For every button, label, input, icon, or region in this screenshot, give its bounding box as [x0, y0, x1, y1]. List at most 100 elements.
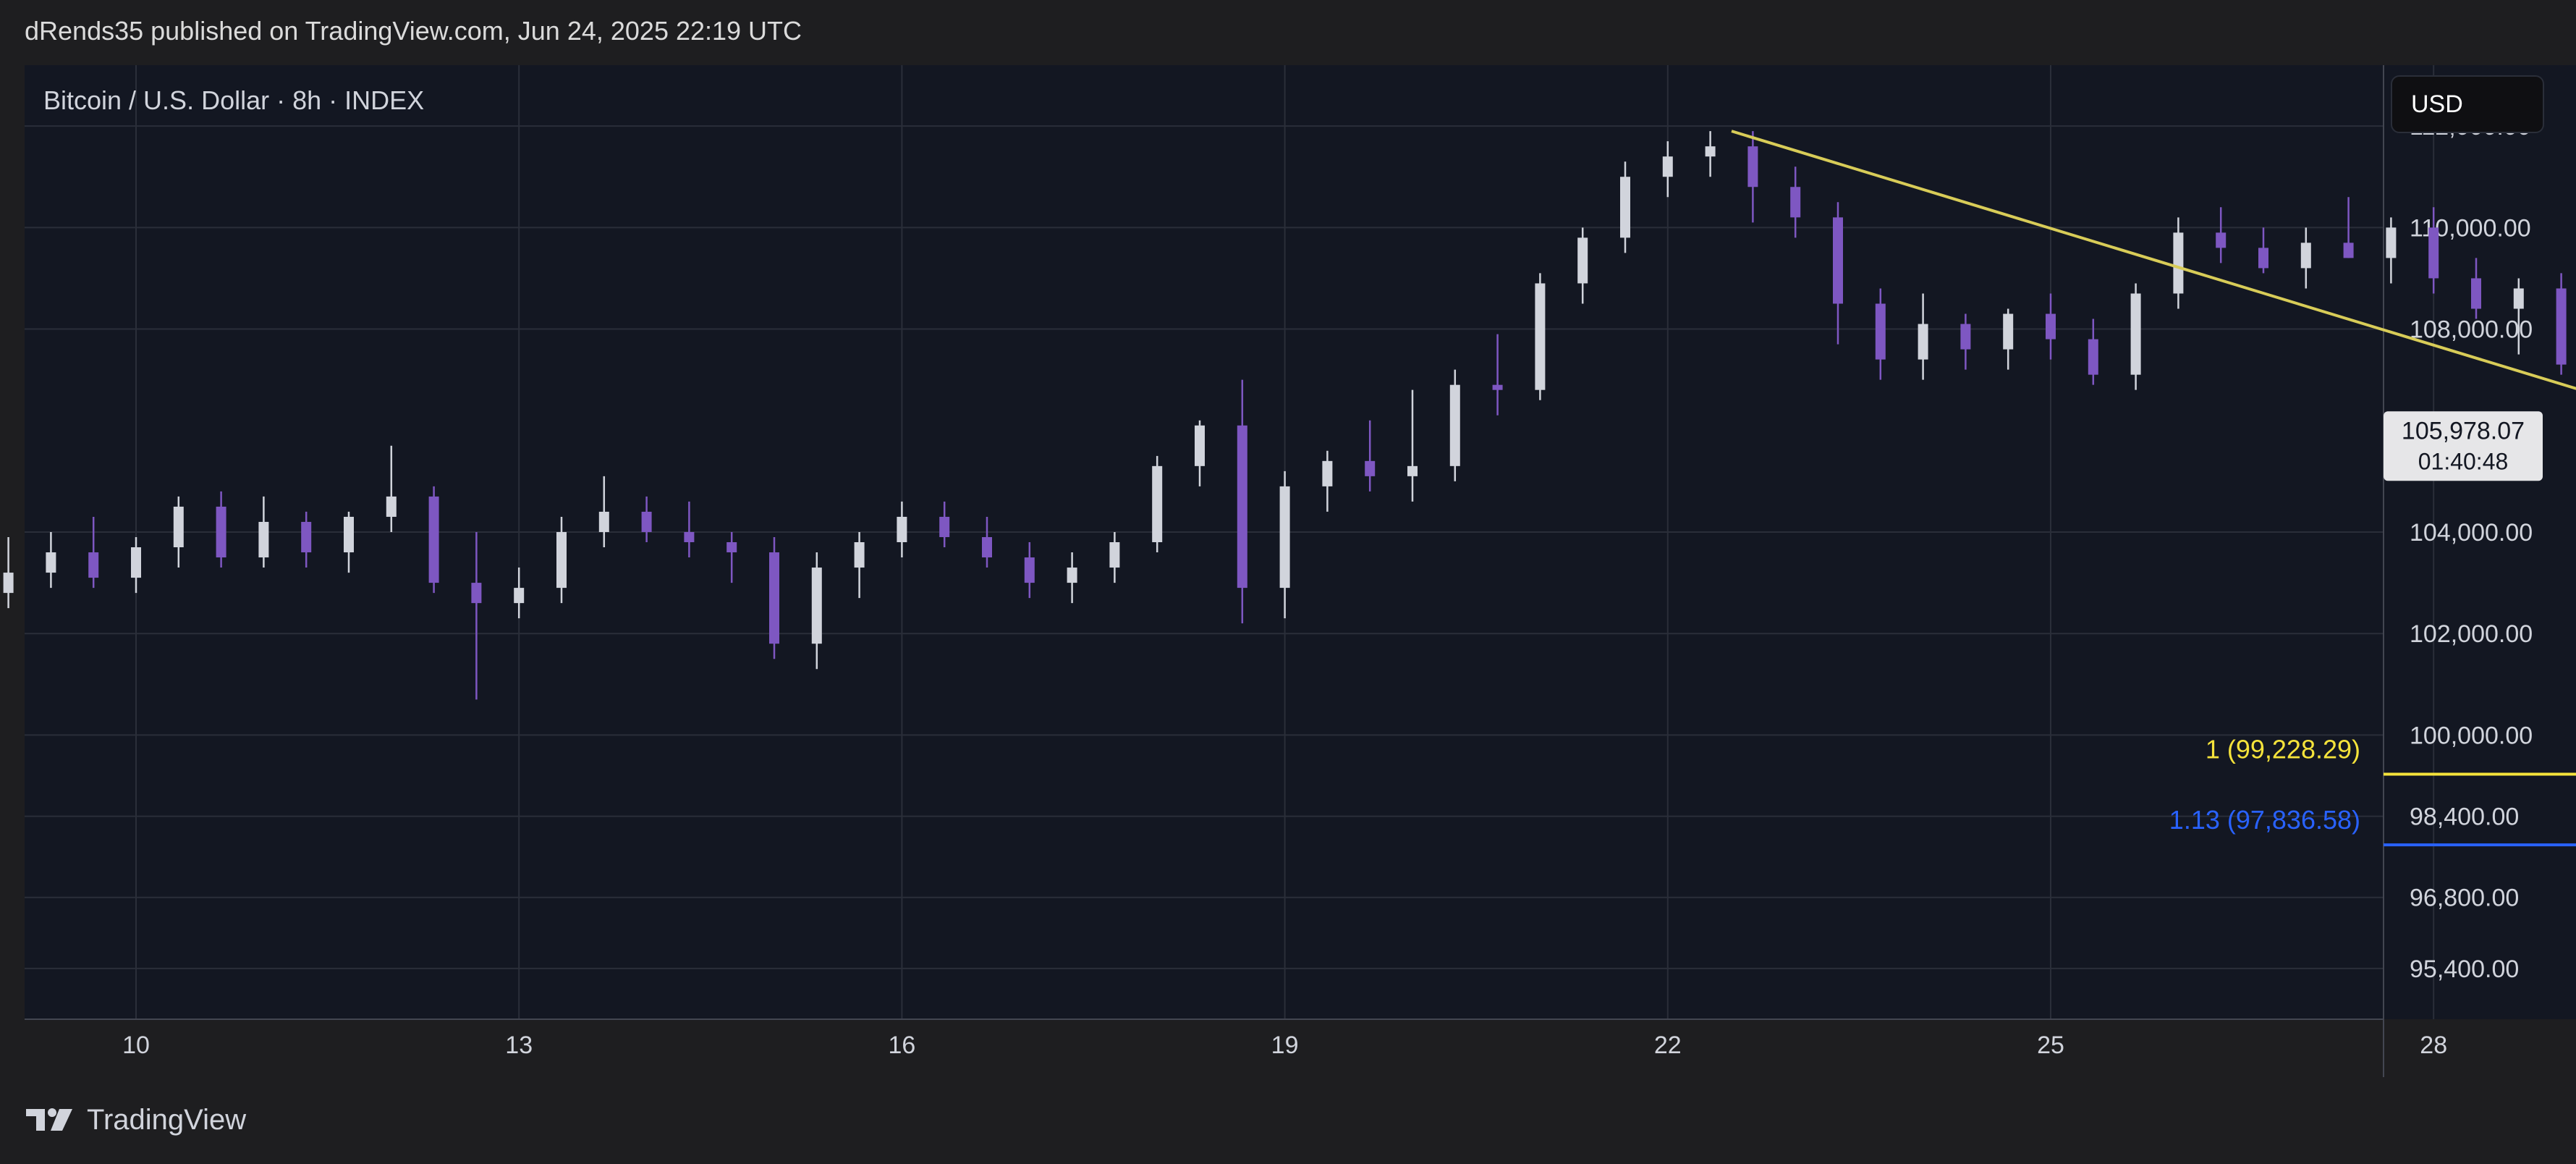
candle-body	[556, 531, 567, 589]
candle-body	[2386, 227, 2397, 258]
candle-body	[1449, 384, 1460, 466]
candle-body	[2471, 278, 2481, 309]
candle	[854, 531, 865, 599]
candle-body	[216, 506, 226, 558]
candle	[2471, 258, 2481, 319]
candle-body	[2556, 288, 2567, 365]
candle	[2130, 283, 2141, 390]
chart-canvas[interactable]: 112,000.00110,000.00108,000.00104,000.00…	[0, 0, 2576, 1164]
candle-body	[2428, 227, 2439, 279]
candle-body	[1790, 187, 1801, 218]
last-price-value: 105,978.07	[2402, 417, 2525, 444]
candle	[173, 496, 184, 568]
candle-body	[1492, 384, 1503, 390]
candle	[1833, 202, 1843, 345]
candle-body	[1620, 177, 1630, 238]
candle	[2386, 217, 2397, 284]
candle-body	[1195, 425, 1205, 466]
symbol-title: Bitcoin / U.S. Dollar · 8h · INDEX	[43, 85, 425, 115]
candle	[1279, 471, 1290, 619]
candle-body	[301, 521, 312, 553]
bar-countdown: 01:40:48	[2418, 448, 2509, 474]
candle	[939, 501, 950, 548]
price-badge: 105,978.07 01:40:48	[2384, 411, 2543, 481]
candle-body	[1109, 542, 1120, 568]
candle-body	[726, 542, 737, 553]
candle-body	[471, 583, 482, 604]
candle	[1577, 227, 1588, 304]
candle-body	[1705, 146, 1716, 157]
candle	[2046, 293, 2056, 360]
y-tick-label: 108,000.00	[2410, 316, 2533, 344]
candle	[1960, 313, 1971, 370]
x-tick-label: 28	[2420, 1032, 2447, 1059]
y-tick-label: 110,000.00	[2410, 214, 2531, 242]
candle	[46, 531, 56, 589]
candle	[684, 501, 695, 558]
candle	[1662, 141, 1673, 198]
candle	[1152, 455, 1163, 553]
y-tick-label: 98,400.00	[2410, 804, 2519, 831]
y-tick-label: 96,800.00	[2410, 885, 2519, 912]
candle	[131, 536, 141, 594]
candle-body	[2088, 339, 2098, 375]
candle-body	[1577, 237, 1588, 284]
candle	[811, 552, 822, 670]
candle	[556, 516, 567, 604]
candle-body	[1024, 557, 1035, 583]
candle	[1067, 552, 1077, 604]
candle-body	[1279, 486, 1290, 589]
candle-body	[173, 506, 184, 548]
candle	[2003, 308, 2014, 370]
candle-body	[641, 511, 652, 532]
candle-body	[811, 568, 822, 644]
tradingview-logo-icon	[26, 1108, 72, 1131]
currency-label: USD	[2411, 90, 2463, 118]
footer-brand-label: TradingView	[87, 1104, 247, 1136]
candle	[258, 496, 269, 568]
candle	[428, 486, 439, 594]
candle	[2556, 273, 2567, 375]
candle	[1449, 369, 1460, 481]
x-tick-label: 19	[1271, 1032, 1299, 1059]
candle	[1875, 288, 1886, 380]
candle-body	[2046, 313, 2056, 340]
x-tick-label: 10	[122, 1032, 150, 1059]
x-tick-label: 16	[888, 1032, 915, 1059]
candle-body	[3, 573, 14, 594]
candle	[2300, 227, 2311, 289]
candle-body	[684, 531, 695, 542]
candle-body	[1918, 324, 1928, 360]
candle	[386, 445, 397, 532]
footer-branding[interactable]: TradingView	[25, 1104, 246, 1136]
candle	[1492, 334, 1503, 416]
candle-body	[598, 511, 609, 532]
x-tick-label: 25	[2037, 1032, 2064, 1059]
candle-body	[2343, 242, 2354, 258]
candle-body	[514, 588, 525, 604]
candle	[1747, 131, 1758, 223]
candle	[3, 536, 14, 609]
candle-body	[1662, 156, 1673, 177]
candle	[301, 511, 312, 568]
candle	[88, 516, 99, 589]
x-tick-label: 13	[505, 1032, 533, 1059]
candle-body	[2258, 248, 2268, 269]
candle	[2173, 217, 2184, 309]
candle-body	[386, 496, 397, 517]
currency-button[interactable]: USD	[2391, 75, 2544, 133]
candle-body	[1322, 460, 1333, 486]
candle-body	[2216, 232, 2227, 248]
candle-body	[1365, 460, 1376, 476]
candle-body	[2300, 242, 2311, 269]
candle-body	[769, 552, 779, 644]
y-tick-label: 95,400.00	[2410, 956, 2519, 983]
candle-body	[2003, 313, 2014, 350]
candle-body	[1875, 303, 1886, 360]
candle-body	[1960, 324, 1971, 350]
candle	[1620, 161, 1630, 253]
candle-body	[1407, 465, 1418, 476]
candle	[1109, 531, 1120, 583]
candle	[2258, 227, 2268, 274]
candle	[598, 476, 609, 548]
